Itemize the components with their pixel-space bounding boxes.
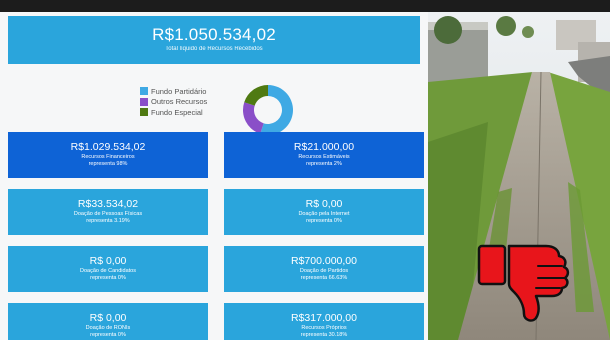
card-doacao-candidatos[interactable]: R$ 0,00 Doação de Candidatos representa … (8, 246, 208, 292)
card-value: R$1.029.534,02 (70, 141, 146, 153)
card-desc: Recursos Próprios (301, 325, 347, 331)
donut-slice-outros-recursos[interactable] (243, 102, 264, 134)
card-desc: Doação de Pessoas Físicas (73, 211, 143, 217)
card-desc: Recursos Estimáveis (298, 154, 350, 160)
card-doacao-ronis[interactable]: R$ 0,00 Doação de RONIs representa 0% (8, 303, 208, 340)
card-desc: Doação pela Internet (298, 211, 350, 217)
card-pct: representa 0% (90, 275, 126, 281)
legend-label: Fundo Partidário (151, 86, 207, 96)
resources-dashboard: R$1.050.534,02 Total líquido de Recursos… (0, 12, 428, 340)
card-doacao-partidos[interactable]: R$700.000,00 Doação de Partidos represen… (224, 246, 424, 292)
total-header: R$1.050.534,02 Total líquido de Recursos… (8, 16, 420, 64)
legend-swatch (140, 87, 148, 95)
card-value: R$700.000,00 (291, 255, 357, 267)
card-desc: Recursos Financeiros (81, 154, 135, 160)
card-value: R$ 0,00 (89, 312, 127, 324)
total-value: R$1.050.534,02 (152, 25, 276, 44)
legend-item-fundo-especial: Fundo Especial (140, 107, 207, 117)
card-value: R$33.534,02 (77, 198, 139, 210)
card-desc: Doação de Partidos (299, 268, 349, 274)
donut-slice-fundo-especial[interactable] (244, 85, 268, 106)
card-recursos-proprios[interactable]: R$317.000,00 Recursos Próprios represent… (224, 303, 424, 340)
legend-label: Fundo Especial (151, 107, 203, 117)
card-desc: Doação de RONIs (85, 325, 131, 331)
card-pct: representa 3.19% (86, 218, 130, 224)
card-value: R$ 0,00 (89, 255, 127, 267)
card-pct: representa 98% (88, 161, 128, 167)
chart-legend: Fundo Partidário Outros Recursos Fundo E… (140, 86, 207, 118)
top-strip (0, 0, 610, 12)
card-value: R$21.000,00 (293, 141, 355, 153)
legend-item-outros-recursos: Outros Recursos (140, 97, 207, 107)
card-recursos-financeiros[interactable]: R$1.029.534,02 Recursos Financeiros repr… (8, 132, 208, 178)
card-value: R$ 0,00 (305, 198, 343, 210)
card-pct: representa 2% (306, 161, 342, 167)
card-doacao-pessoas-fisicas[interactable]: R$33.534,02 Doação de Pessoas Físicas re… (8, 189, 208, 235)
card-pct: representa 0% (90, 332, 126, 338)
card-pct: representa 0% (306, 218, 342, 224)
donut-chart[interactable] (242, 84, 294, 136)
legend-swatch (140, 108, 148, 116)
card-pct: representa 30.18% (300, 332, 348, 338)
legend-swatch (140, 97, 148, 106)
card-value: R$317.000,00 (291, 312, 357, 324)
card-desc: Doação de Candidatos (80, 268, 136, 274)
card-pct: representa 66.63% (300, 275, 348, 281)
total-label: Total líquido de Recursos Recebidos (165, 46, 263, 52)
card-doacao-internet[interactable]: R$ 0,00 Doação pela Internet representa … (224, 189, 424, 235)
legend-item-fundo-partidario: Fundo Partidário (140, 86, 207, 96)
thumbs-down-icon (477, 244, 570, 322)
card-recursos-estimaveis[interactable]: R$21.000,00 Recursos Estimáveis represen… (224, 132, 424, 178)
legend-label: Outros Recursos (151, 97, 208, 106)
